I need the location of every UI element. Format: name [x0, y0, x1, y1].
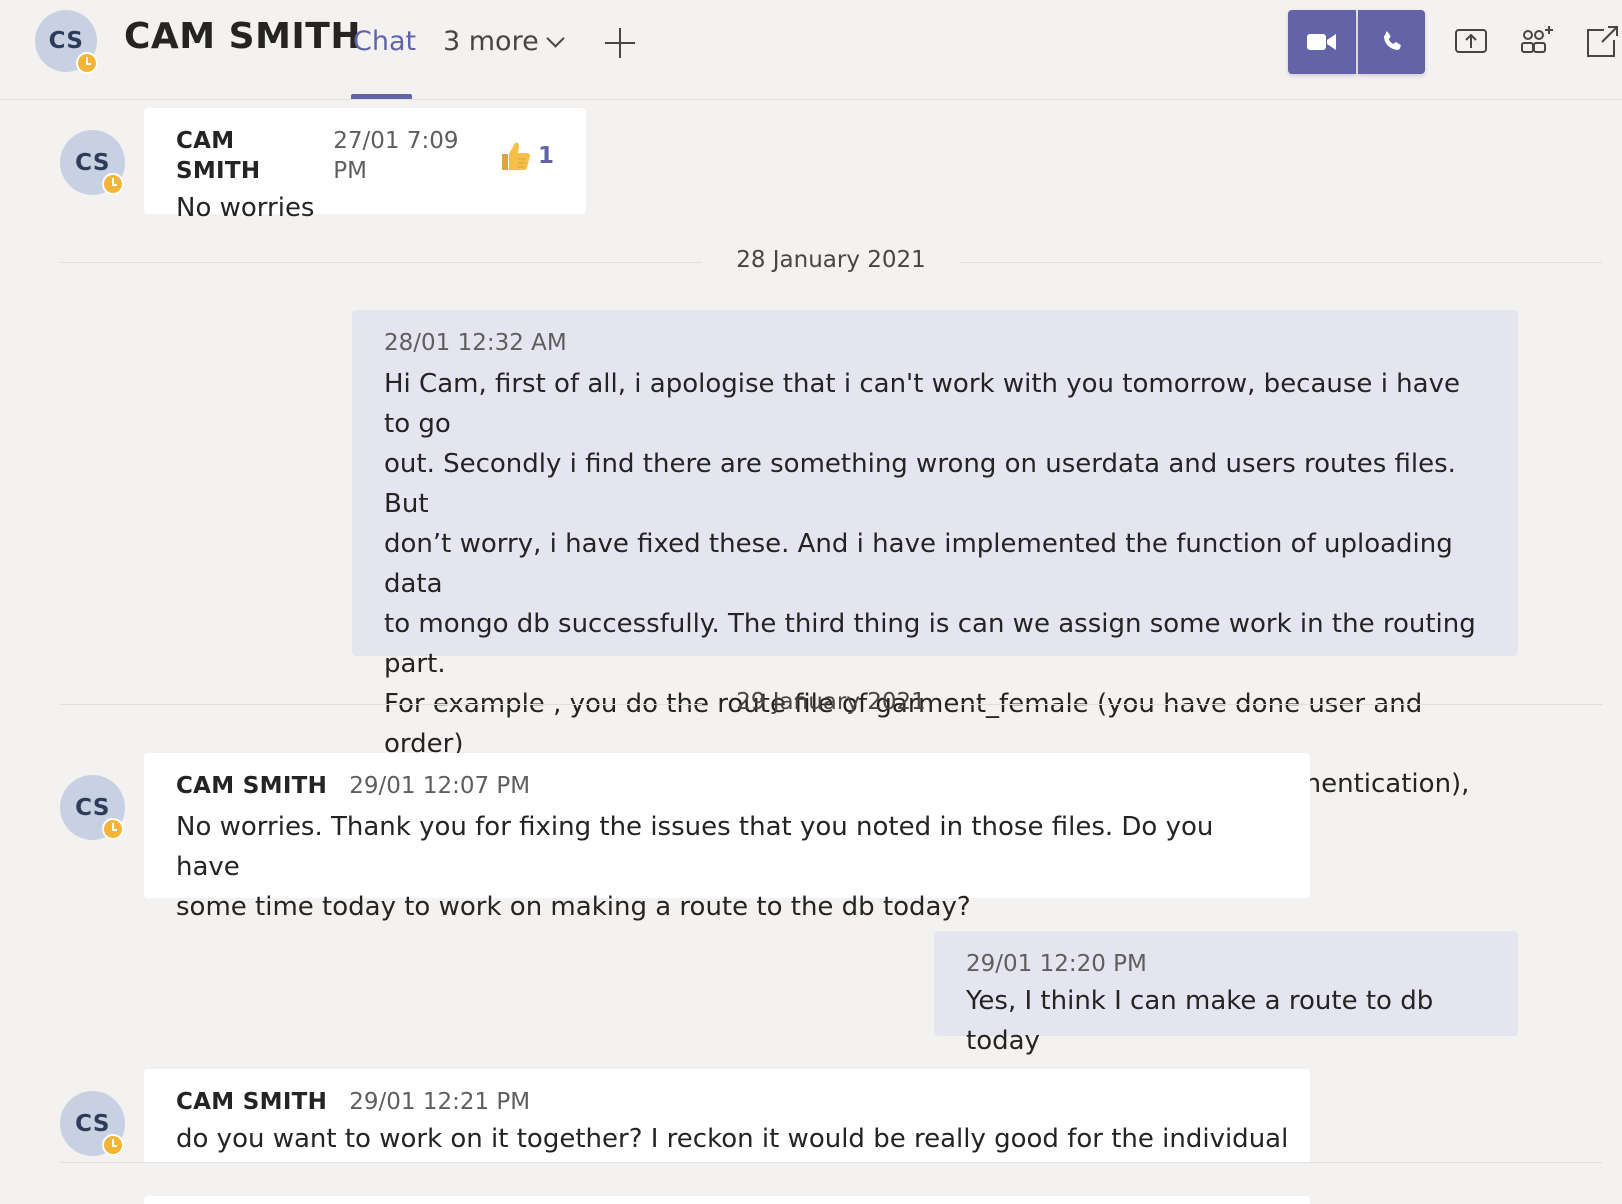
active-tab-indicator [351, 94, 412, 99]
my-message-bubble[interactable]: 29/01 12:20 PM Yes, I think I can make a… [934, 931, 1518, 1056]
message-line: out. Secondly i find there are something… [384, 449, 1456, 519]
phone-icon [1383, 31, 1401, 50]
message-time: 29/01 12:07 PM [349, 773, 531, 799]
message-text: do you want to work on it together? I re… [176, 1124, 1289, 1154]
tab-more-dropdown[interactable]: 3 more [443, 26, 565, 57]
avatar-initials: CS [48, 28, 84, 54]
away-status-icon [102, 818, 124, 840]
message-bubble[interactable]: CAM SMITH 27/01 7:09 PM 1 No worries [144, 108, 586, 223]
message-meta: 28/01 12:32 AM [384, 328, 1486, 358]
away-status-icon [102, 173, 124, 195]
message-bubble[interactable]: CAM SMITH 29/01 12:21 PM do you want to … [144, 1069, 1310, 1162]
video-call-button[interactable] [1288, 10, 1356, 74]
message-bubble[interactable]: CAM SMITH 29/01 12:07 PM No worries. Tha… [144, 753, 1310, 922]
reaction-count: 1 [537, 143, 554, 169]
date-divider-label: 29 January 2021 [736, 689, 926, 715]
chat-header: CS CAM SMITH Chat 3 more [0, 0, 1622, 100]
video-camera-icon [1307, 34, 1336, 50]
message-meta: 29/01 12:20 PM [966, 949, 1486, 979]
message-line: some time today to work on making a rout… [176, 892, 971, 922]
message-line: to mongo db successfully. The third thin… [384, 609, 1476, 679]
my-message-bubble[interactable]: 28/01 12:32 AM Hi Cam, first of all, i a… [352, 310, 1518, 879]
pop-out-icon[interactable] [1584, 24, 1620, 60]
message-time: 28/01 12:32 AM [384, 330, 567, 356]
message-line: Hi Cam, first of all, i apologise that i… [384, 369, 1460, 439]
add-people-icon[interactable] [1519, 24, 1555, 60]
sender-name: CAM SMITH [176, 128, 261, 184]
reaction-badge[interactable]: 1 [498, 139, 554, 173]
message-line: don’t worry, i have fixed these. And i h… [384, 529, 1453, 599]
message-time: 29/01 12:21 PM [349, 1089, 531, 1115]
divider-line [960, 704, 1602, 705]
add-tab-plus-icon[interactable] [605, 28, 635, 58]
like-emoji-icon [501, 142, 530, 170]
message-meta: CAM SMITH 27/01 7:09 PM 1 [176, 126, 554, 186]
sender-name: CAM SMITH [176, 1089, 328, 1115]
avatar-initials: CS [75, 1110, 110, 1137]
audio-call-button[interactable] [1358, 10, 1425, 74]
date-divider: 29 January 2021 [60, 689, 1602, 715]
message-meta: CAM SMITH 29/01 12:07 PM [176, 771, 1278, 801]
message-time: 29/01 12:20 PM [966, 951, 1147, 977]
tab-more-label: 3 more [443, 26, 539, 57]
divider-line [60, 262, 702, 263]
avatar-initials: CS [75, 149, 110, 176]
away-status-icon [76, 52, 98, 74]
message-text: No worries. Thank you for fixing the iss… [176, 807, 1278, 927]
compose-box-edge[interactable] [144, 1196, 1310, 1204]
date-divider: 28 January 2021 [60, 247, 1602, 273]
divider-line [960, 262, 1602, 263]
avatar-initials: CS [75, 794, 110, 821]
contact-name[interactable]: CAM SMITH [124, 16, 361, 57]
scroll-boundary-line [60, 1162, 1602, 1163]
away-status-icon [102, 1134, 124, 1156]
message-line: No worries. Thank you for fixing the iss… [176, 812, 1214, 882]
message-time: 27/01 7:09 PM [333, 128, 459, 184]
message-text: Yes, I think I can make a route to db to… [966, 986, 1434, 1056]
chevron-down-icon [546, 29, 565, 48]
tab-chat[interactable]: Chat [353, 26, 416, 57]
message-meta: CAM SMITH 29/01 12:21 PM [176, 1087, 1278, 1117]
message-text: No worries [176, 193, 315, 223]
divider-line [60, 704, 702, 705]
date-divider-label: 28 January 2021 [736, 247, 926, 273]
sender-name: CAM SMITH [176, 773, 328, 799]
share-screen-icon[interactable] [1453, 24, 1489, 60]
